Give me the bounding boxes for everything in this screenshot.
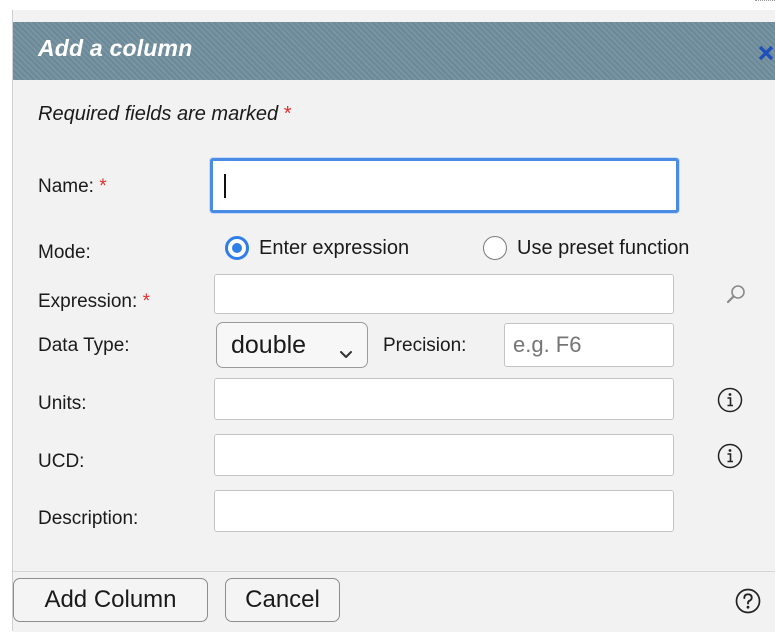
mode-option-expression-label: Enter expression (259, 236, 410, 259)
chevron-down-icon (339, 338, 353, 367)
mode-option-preset[interactable]: Use preset function (483, 236, 689, 260)
radio-button-checked[interactable] (225, 236, 249, 260)
name-input[interactable] (210, 158, 679, 213)
units-input[interactable] (214, 378, 674, 420)
mode-option-preset-label: Use preset function (517, 236, 690, 259)
ucd-label: UCD: (38, 451, 85, 472)
window-edge-marker (755, 0, 775, 3)
dialog-titlebar[interactable]: Add a column (13, 22, 775, 80)
required-note: Required fields are marked * (38, 103, 291, 126)
mode-label: Mode: (38, 242, 91, 263)
search-icon[interactable] (725, 283, 747, 310)
mode-option-expression[interactable]: Enter expression (225, 236, 409, 260)
expression-input[interactable] (214, 274, 674, 314)
description-label: Description: (38, 508, 139, 529)
close-icon[interactable] (756, 40, 775, 66)
add-column-dialog: Add a column Required fields are marked … (12, 10, 775, 632)
name-label-row: Name: * (38, 176, 107, 198)
description-input[interactable] (214, 490, 674, 532)
info-icon[interactable] (717, 443, 743, 474)
expression-label: Expression: (38, 291, 138, 312)
radio-button-unchecked[interactable] (483, 236, 507, 260)
precision-label: Precision: (383, 335, 467, 356)
name-required-star: * (99, 176, 107, 197)
precision-input[interactable] (504, 323, 674, 367)
expression-required-star: * (142, 291, 150, 312)
data-type-value: double (231, 330, 307, 359)
help-icon[interactable] (735, 588, 761, 619)
ucd-input[interactable] (214, 434, 674, 476)
required-note-text: Required fields are marked (38, 103, 279, 125)
info-icon[interactable] (717, 387, 743, 418)
add-column-button[interactable]: Add Column (13, 578, 208, 622)
required-star: * (283, 103, 292, 125)
text-cursor (224, 174, 226, 198)
name-label: Name: (38, 176, 94, 197)
expression-label-row: Expression: * (38, 291, 150, 313)
data-type-label: Data Type: (38, 335, 130, 356)
units-label: Units: (38, 393, 87, 414)
cancel-button[interactable]: Cancel (225, 578, 340, 622)
dialog-title: Add a column (38, 35, 193, 61)
data-type-select[interactable]: double (216, 322, 368, 368)
